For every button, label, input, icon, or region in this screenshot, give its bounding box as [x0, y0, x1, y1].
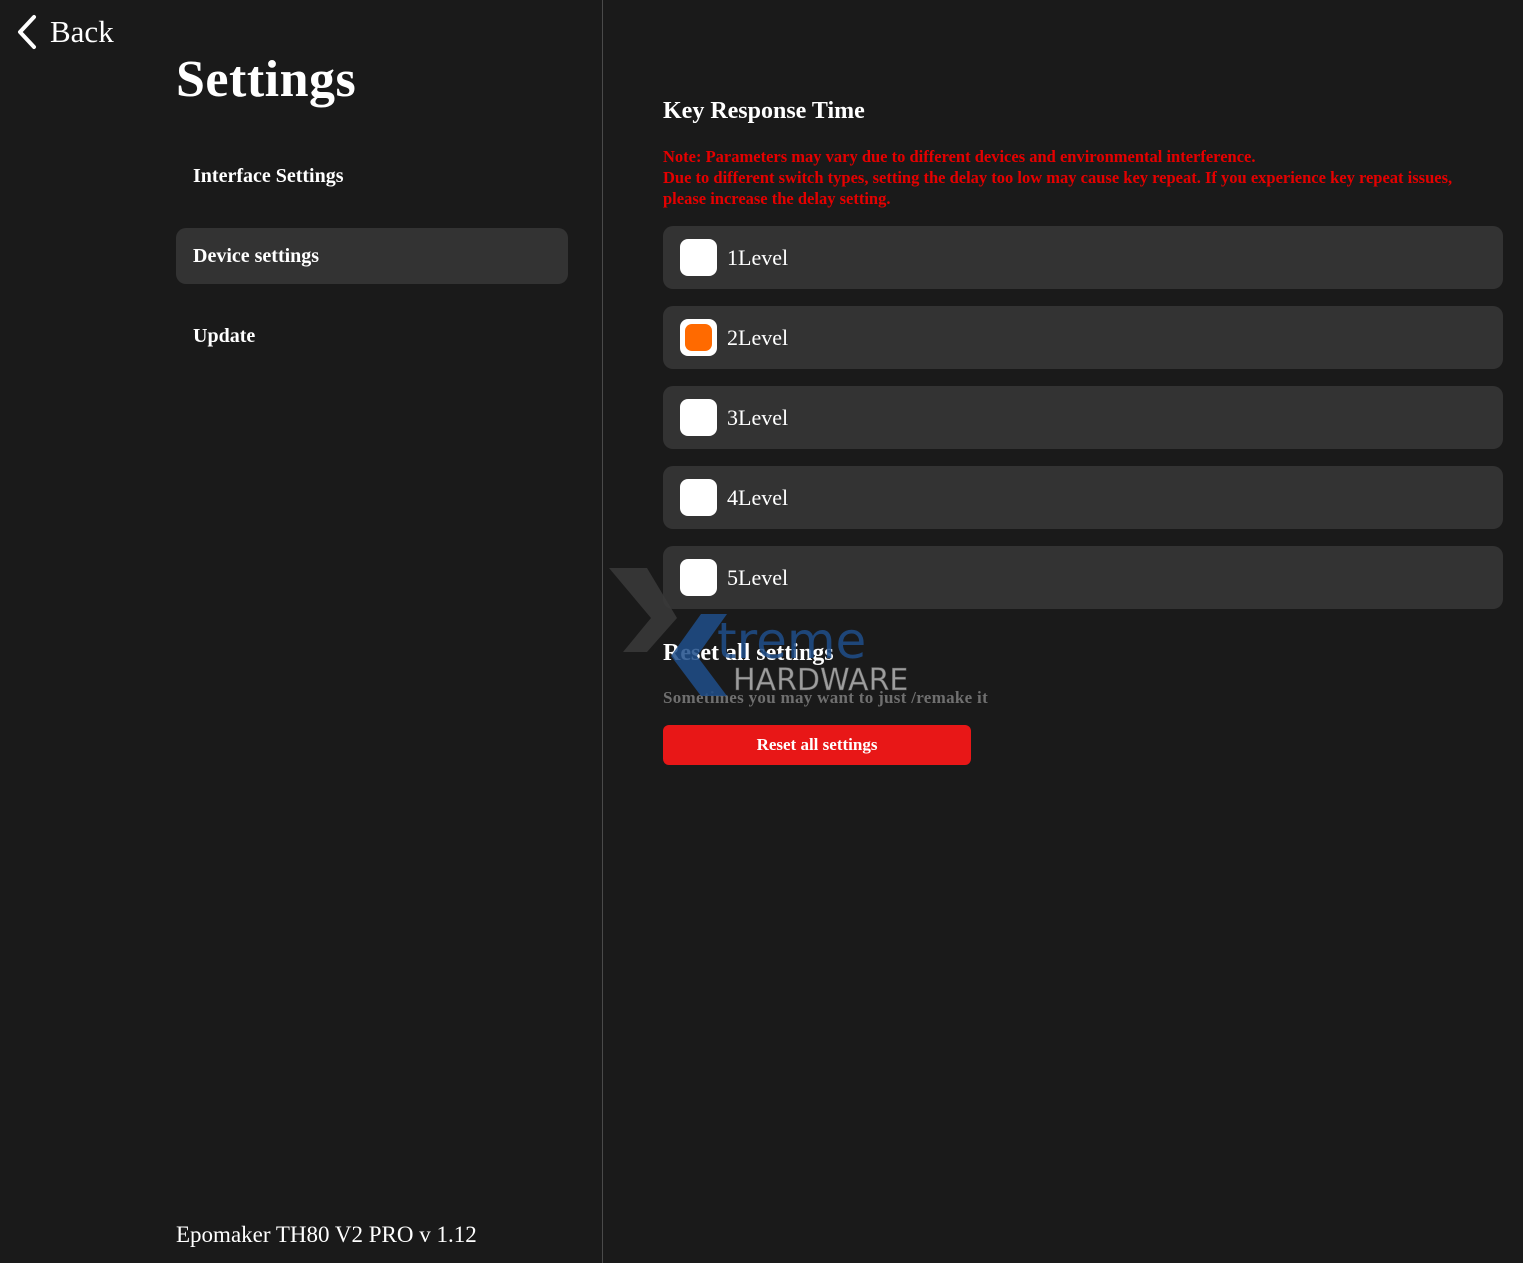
sidebar: Back Settings Interface Settings Device … — [0, 0, 603, 1263]
settings-nav: Interface Settings Device settings Updat… — [176, 148, 568, 388]
back-label: Back — [50, 14, 114, 49]
note-line-2: Due to different switch types, setting t… — [663, 168, 1453, 208]
chevron-left-icon — [18, 15, 36, 49]
nav-item-interface-settings[interactable]: Interface Settings — [176, 148, 568, 204]
version-label: Epomaker TH80 V2 PRO v 1.12 — [176, 1222, 477, 1247]
key-response-note: Note: Parameters may vary due to differe… — [663, 146, 1493, 209]
checkbox-checked[interactable] — [680, 319, 717, 356]
back-button[interactable]: Back — [16, 12, 114, 52]
page-title: Settings — [176, 51, 357, 108]
option-level-1[interactable]: 1Level — [663, 226, 1503, 289]
checkbox[interactable] — [680, 239, 717, 276]
nav-item-device-settings[interactable]: Device settings — [176, 228, 568, 284]
reset-all-settings-button[interactable]: Reset all settings — [663, 725, 971, 765]
note-line-1: Note: Parameters may vary due to differe… — [663, 147, 1256, 166]
key-response-title: Key Response Time — [663, 98, 865, 124]
option-level-3[interactable]: 3Level — [663, 386, 1503, 449]
checkbox[interactable] — [680, 399, 717, 436]
checkbox[interactable] — [680, 559, 717, 596]
option-label: 5Level — [727, 564, 789, 590]
checkbox[interactable] — [680, 479, 717, 516]
nav-item-label: Device settings — [193, 244, 320, 267]
nav-item-label: Update — [193, 324, 256, 347]
option-level-4[interactable]: 4Level — [663, 466, 1503, 529]
option-label: 2Level — [727, 324, 789, 350]
reset-section-title: Reset all settings — [663, 640, 834, 666]
option-level-2[interactable]: 2Level — [663, 306, 1503, 369]
option-label: 3Level — [727, 404, 789, 430]
option-label: 1Level — [727, 244, 789, 270]
reset-description: Sometimes you may want to just /remake i… — [663, 688, 989, 707]
nav-item-label: Interface Settings — [193, 164, 344, 187]
nav-item-update[interactable]: Update — [176, 308, 568, 364]
response-level-options: 1Level 2Level 3Level 4Level 5Level — [663, 226, 1503, 626]
option-level-5[interactable]: 5Level — [663, 546, 1503, 609]
option-label: 4Level — [727, 484, 789, 510]
